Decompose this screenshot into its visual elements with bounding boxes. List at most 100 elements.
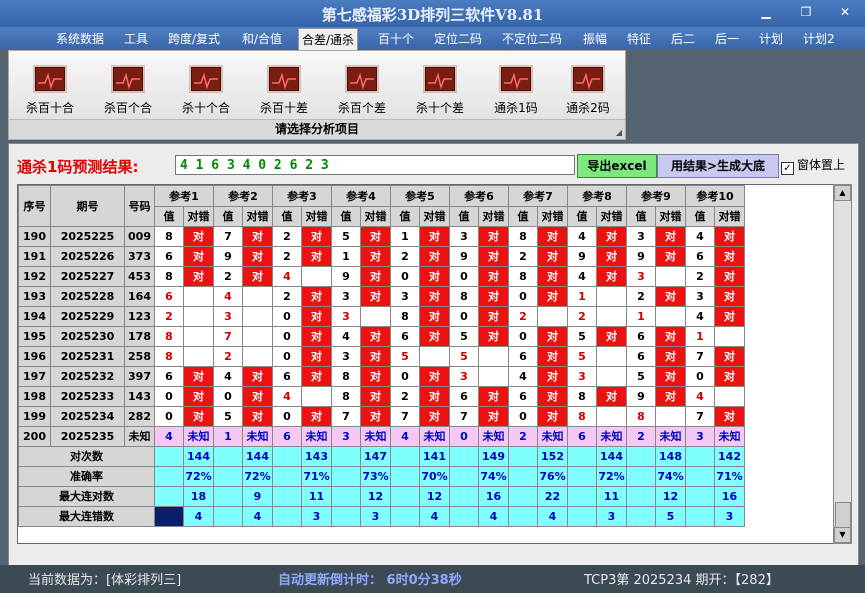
scroll-up-icon[interactable]: ▲ — [834, 185, 851, 201]
scroll-thumb[interactable] — [835, 502, 851, 528]
table-row[interactable]: 192 2025227 453 8 对 2 对 4 9 对 0 对 0 对 8 对 4 对 3 2 对 — [18, 266, 745, 287]
table-row[interactable]: 191 2025226 373 6 对 9 对 2 对 1 对 2 对 9 对 2 对 9 对 9 对 6 对 — [18, 246, 745, 267]
vertical-scrollbar[interactable]: ▲ ▼ — [833, 184, 852, 544]
kill-bg-sum-button[interactable]: 杀百个合 — [93, 65, 163, 116]
table-row[interactable]: 197 2025232 397 6 对 4 对 6 对 8 对 0 对 3 4 对 3 5 对 0 对 — [18, 366, 745, 387]
row-issue: 2025228 — [50, 286, 125, 307]
cell-value: 2 — [213, 346, 243, 367]
row-seq: 197 — [18, 366, 51, 387]
cell-judge: 对 — [183, 406, 214, 427]
cell-judge: 对 — [183, 266, 214, 287]
stats-spacer — [213, 446, 243, 467]
cell-judge: 对 — [655, 386, 686, 407]
menu-item-amplitude[interactable]: 振幅 — [583, 30, 607, 47]
kill-sg-sum-button[interactable]: 杀十个合 — [171, 65, 241, 116]
cell-value: 6 — [508, 346, 538, 367]
menu-item-feature[interactable]: 特征 — [627, 30, 651, 47]
cell-value: 8 — [154, 266, 184, 287]
cell-judge: 对 — [360, 246, 391, 267]
kill-bs-diff-button[interactable]: 杀百十差 — [249, 65, 319, 116]
menu-item-last-two[interactable]: 后二 — [671, 30, 695, 47]
menu-item-last-one[interactable]: 后一 — [715, 30, 739, 47]
cell-judge — [242, 346, 273, 367]
menu-item-diff-kill[interactable]: 合差/通杀 — [298, 28, 359, 50]
chart-icon — [499, 65, 533, 93]
cell-judge — [655, 306, 686, 327]
dialog-launcher-icon[interactable]: ◢ — [616, 124, 622, 142]
menu-item-system-data[interactable]: 系统数据 — [56, 30, 104, 47]
menu-item-plan[interactable]: 计划 — [759, 30, 783, 47]
col-header-ref-9: 参考9 — [626, 185, 686, 207]
cell-value: 0 — [272, 326, 302, 347]
title-bar[interactable]: 第七感福彩3D排列三软件V8.81 ▁ ❐ ✕ — [0, 0, 865, 28]
cell-judge: 对 — [419, 246, 450, 267]
prediction-result-field[interactable]: 4 1 6 3 4 0 2 6 2 3 — [175, 155, 575, 175]
cell-value: 4 — [390, 426, 420, 447]
cell-value: 8 — [154, 326, 184, 347]
table-row-pending[interactable]: 200 2025235 未知 4 未知 1 未知 6 未知 3 未知 4 未知 0 未知 2 未知 6 未知 2 未知 3… — [18, 426, 745, 447]
cell-judge: 对 — [537, 326, 568, 347]
kill-two-code-button[interactable]: 通杀2码 — [553, 65, 623, 116]
result-table-container[interactable]: 序号 期号 号码 参考1 参考2 参考3 参考4 参考5 参考6 参考7 参考8 参考9 参考10… — [17, 184, 835, 544]
table-row[interactable]: 195 2025230 178 8 7 0 对 4 对 6 对 5 对 0 对 5 对 6 对 1 — [18, 326, 745, 347]
col-header-value: 值 — [272, 206, 302, 227]
stats-spacer — [213, 506, 243, 527]
cell-value: 0 — [272, 346, 302, 367]
cell-judge: 对 — [478, 406, 509, 427]
cell-value: 8 — [154, 346, 184, 367]
col-header-judge: 对错 — [419, 206, 450, 227]
table-row[interactable]: 193 2025228 164 6 4 2 对 3 对 3 对 8 对 0 对 1 2 对 3 对 — [18, 286, 745, 307]
latest-issue-status: TCP3第 2025234 期开：【282】 — [584, 573, 779, 588]
kill-sg-diff-button[interactable]: 杀十个差 — [405, 65, 475, 116]
row-issue: 2025225 — [50, 226, 125, 247]
table-row[interactable]: 198 2025233 143 0 对 0 对 4 8 对 2 对 6 对 6 对 8 对 9 对 4 — [18, 386, 745, 407]
cell-value: 8 — [154, 226, 184, 247]
col-header-ref-10: 参考10 — [685, 185, 745, 207]
table-row[interactable]: 194 2025229 123 2 3 0 对 3 8 对 0 对 2 2 1 4 对 — [18, 306, 745, 327]
table-row[interactable]: 190 2025225 009 8 对 7 对 2 对 5 对 1 对 3 对 8 对 4 对 3 对 4 对 — [18, 226, 745, 247]
menu-item-unfixed-two[interactable]: 不定位二码 — [502, 30, 562, 47]
stats-value: 18 — [183, 486, 214, 507]
stats-value: 4 — [537, 506, 568, 527]
col-header-value: 值 — [331, 206, 361, 227]
minimize-icon[interactable]: ▁ — [757, 5, 775, 19]
menu-item-plan2[interactable]: 计划2 — [803, 30, 835, 47]
menu-item-span[interactable]: 跨度/复式 — [168, 30, 220, 47]
stats-value: 3 — [301, 506, 332, 527]
kill-bg-diff-button[interactable]: 杀百个差 — [327, 65, 397, 116]
stats-value: 5 — [655, 506, 686, 527]
stats-spacer — [331, 506, 361, 527]
window-on-top-checkbox[interactable]: ✓ 窗体置上 — [781, 156, 845, 175]
maximize-icon[interactable]: ❐ — [797, 5, 815, 19]
cell-judge: 对 — [242, 266, 273, 287]
menu-item-tools[interactable]: 工具 — [124, 30, 148, 47]
stats-spacer — [626, 466, 656, 487]
scroll-down-icon[interactable]: ▼ — [834, 527, 851, 543]
close-icon[interactable]: ✕ — [836, 5, 854, 19]
stats-row: 最大连错数 4 4 3 3 4 4 4 3 5 3 — [18, 506, 745, 527]
cell-judge: 对 — [419, 226, 450, 247]
cell-judge — [596, 366, 627, 387]
col-header-judge: 对错 — [183, 206, 214, 227]
export-excel-button[interactable]: 导出excel — [577, 154, 657, 178]
cell-judge — [419, 346, 450, 367]
chart-icon — [267, 65, 301, 93]
menu-item-sum[interactable]: 和/合值 — [242, 30, 282, 47]
cell-value: 0 — [685, 366, 715, 387]
stats-spacer — [508, 446, 538, 467]
generate-base-button[interactable]: 用结果>生成大底 — [657, 154, 779, 178]
cell-value: 6 — [154, 246, 184, 267]
kill-bs-sum-button[interactable]: 杀百十合 — [15, 65, 85, 116]
menu-item-hundred-ten-unit[interactable]: 百十个 — [378, 30, 414, 47]
cell-value: 4 — [567, 226, 597, 247]
cell-judge: 对 — [537, 246, 568, 267]
checkbox-check-icon[interactable]: ✓ — [781, 162, 794, 175]
cell-judge — [183, 326, 214, 347]
table-row[interactable]: 196 2025231 258 8 2 0 对 3 对 5 5 6 对 5 6 对 7 对 — [18, 346, 745, 367]
cell-value: 0 — [390, 266, 420, 287]
stats-spacer — [331, 486, 361, 507]
table-row[interactable]: 199 2025234 282 0 对 5 对 0 对 7 对 7 对 7 对 0 对 8 8 7 对 — [18, 406, 745, 427]
kill-one-code-button[interactable]: 通杀1码 — [481, 65, 551, 116]
menu-item-fixed-two[interactable]: 定位二码 — [434, 30, 482, 47]
stats-row: 对次数 144 144 143 147 141 149 152 144 148 142 — [18, 446, 745, 467]
